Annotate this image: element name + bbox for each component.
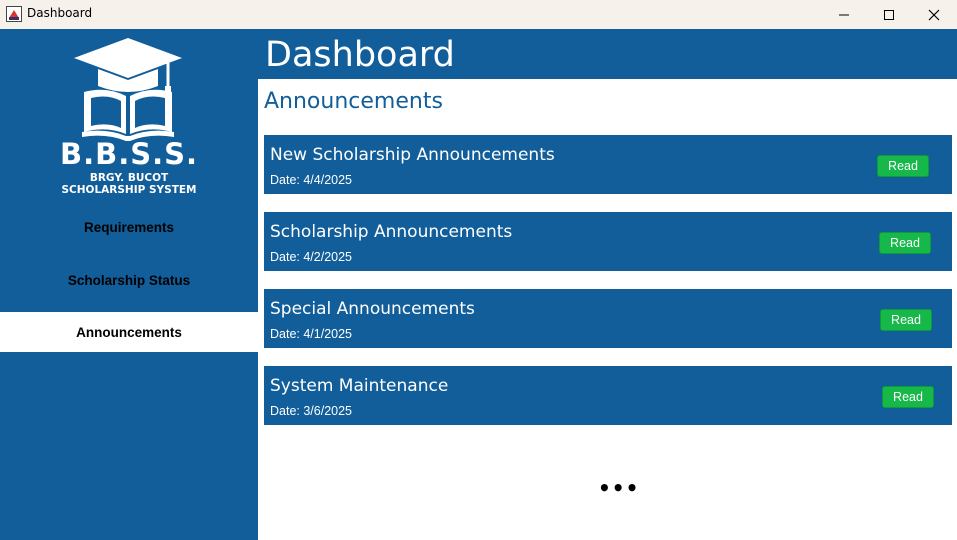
read-button[interactable]: Read: [877, 155, 929, 177]
read-button[interactable]: Read: [880, 309, 932, 331]
page-title: Dashboard: [265, 35, 455, 75]
announcement-title: System Maintenance: [270, 376, 449, 396]
logo-subtitle: BRGY. BUCOT: [89, 172, 169, 184]
announcement-title: Special Announcements: [270, 299, 475, 319]
sidebar: B.B.S.S. BRGY. BUCOT SCHOLARSHIP SYSTEM …: [0, 29, 258, 540]
sidebar-item-scholarship-status[interactable]: Scholarship Status: [0, 260, 258, 300]
announcement-card: New Scholarship Announcements Date: 4/4/…: [264, 135, 952, 194]
announcement-title: New Scholarship Announcements: [270, 145, 555, 165]
sidebar-item-label: Scholarship Status: [67, 272, 191, 288]
close-icon: [928, 9, 940, 20]
minimize-icon: [839, 14, 849, 15]
sidebar-item-label: Requirements: [83, 219, 175, 235]
page-header: Dashboard: [258, 29, 957, 79]
window-title-bar: Dashboard: [0, 0, 957, 29]
sidebar-item-requirements[interactable]: Requirements: [0, 207, 258, 247]
read-button[interactable]: Read: [882, 386, 934, 408]
logo-title: B.B.S.S.: [59, 137, 199, 171]
announcement-title: Scholarship Announcements: [270, 222, 513, 242]
sidebar-item-announcements[interactable]: Announcements: [0, 312, 258, 352]
announcement-date: Date: 3/6/2025: [270, 404, 353, 418]
maximize-button[interactable]: [866, 0, 912, 29]
window-title: Dashboard: [27, 6, 93, 20]
section-title: Announcements: [264, 89, 443, 114]
announcement-date: Date: 4/2/2025: [270, 250, 353, 264]
logo-subtitle-system: SCHOLARSHIP SYSTEM: [61, 184, 197, 196]
maximize-icon: [884, 9, 894, 20]
announcement-date: Date: 4/1/2025: [270, 327, 353, 341]
more-icon[interactable]: •••: [598, 476, 638, 500]
close-button[interactable]: [911, 0, 957, 29]
sidebar-item-label: Announcements: [76, 324, 182, 340]
announcement-card: System Maintenance Date: 3/6/2025 Read: [264, 366, 952, 425]
minimize-button[interactable]: [821, 0, 867, 29]
announcement-card: Scholarship Announcements Date: 4/2/2025…: [264, 212, 952, 271]
announcement-date: Date: 4/4/2025: [270, 173, 353, 187]
java-app-icon: [6, 6, 22, 22]
graduation-cap-book-icon: [74, 38, 182, 141]
read-button[interactable]: Read: [879, 232, 931, 254]
announcement-card: Special Announcements Date: 4/1/2025 Rea…: [264, 289, 952, 348]
